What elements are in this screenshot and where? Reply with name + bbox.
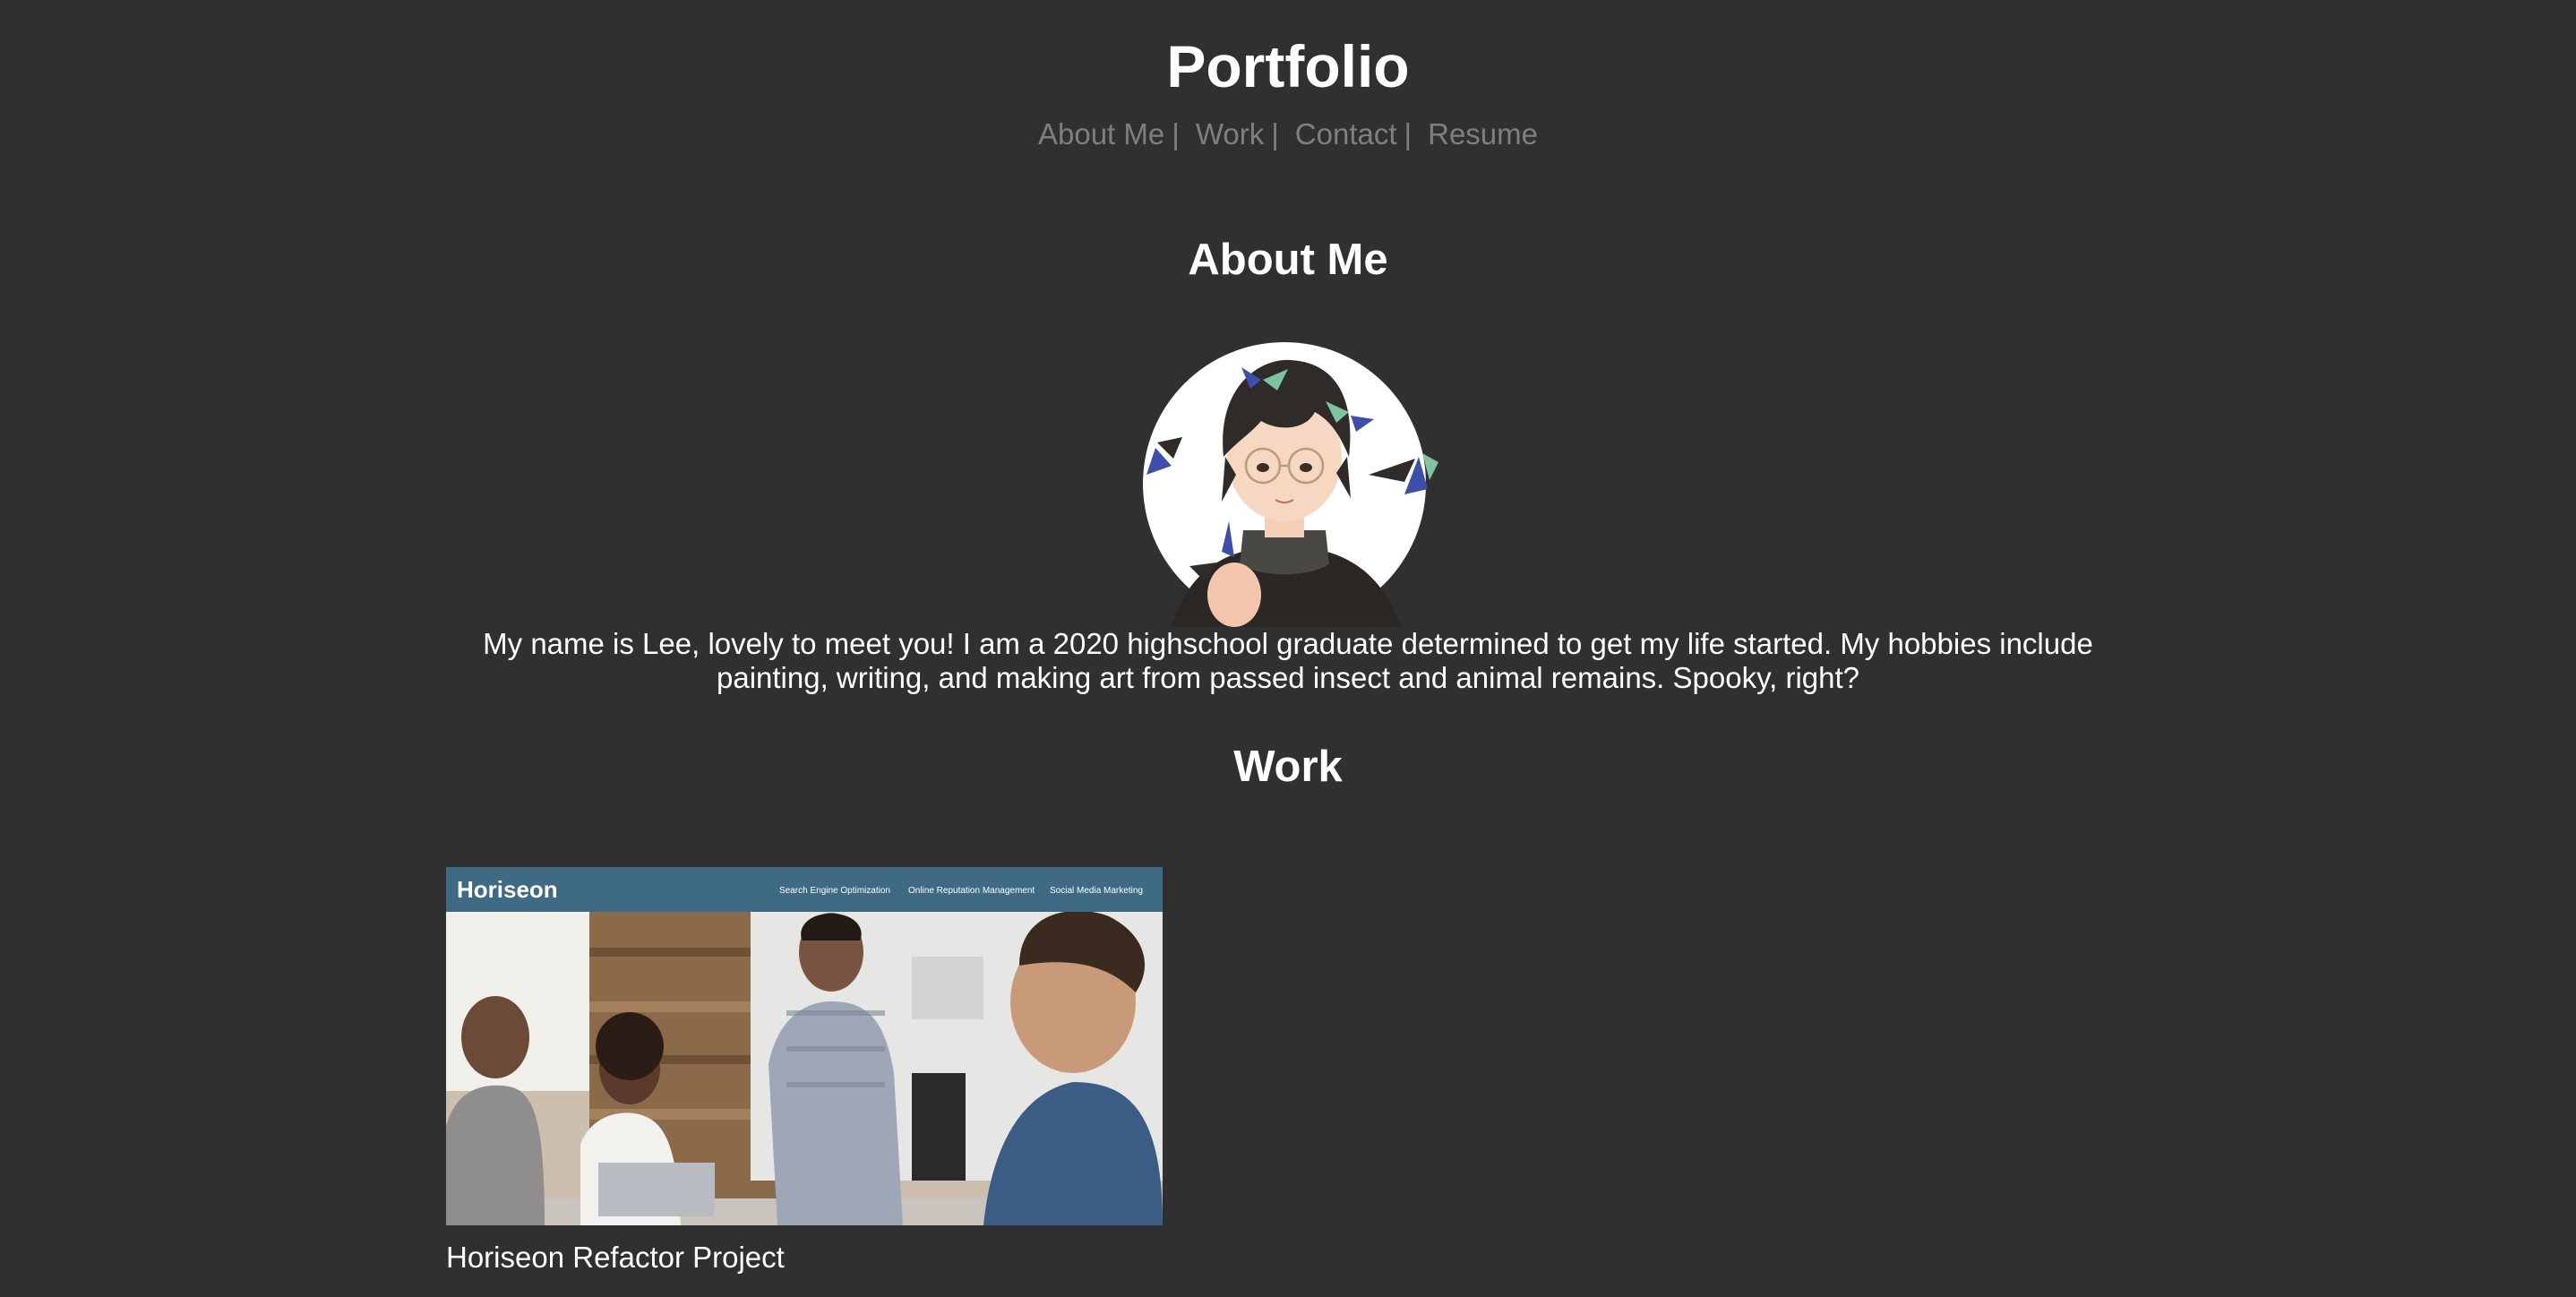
about-section: About Me My name is Lee, lovely to meet … xyxy=(0,152,2576,695)
thumbnail-nav-item: Social Media Marketing xyxy=(1050,886,1143,896)
avatar-illustration-icon xyxy=(1143,342,1438,627)
project-card[interactable]: Horiseon Search Engine Optimization Onli… xyxy=(446,867,1163,1276)
nav-separator: | xyxy=(1404,117,1413,150)
thumbnail-nav-item: Search Engine Optimization xyxy=(779,886,890,896)
main-nav: About Me | Work | Contact | Resume xyxy=(0,116,2576,152)
avatar xyxy=(1136,322,1440,627)
about-text: My name is Lee, lovely to meet you! I am… xyxy=(483,627,2093,694)
project-caption[interactable]: Horiseon Refactor Project xyxy=(446,1240,1163,1276)
nav-about-me[interactable]: About Me xyxy=(1038,117,1164,150)
about-heading: About Me xyxy=(1188,236,1388,284)
nav-work[interactable]: Work xyxy=(1196,117,1264,150)
nav-separator: | xyxy=(1271,117,1279,150)
thumbnail-nav-item: Online Reputation Management xyxy=(908,886,1035,896)
site-title: Portfolio xyxy=(1166,33,1410,99)
site-header: Portfolio About Me | Work | Contact | Resume xyxy=(0,0,2576,152)
nav-contact[interactable]: Contact xyxy=(1295,117,1397,150)
work-section: Work Horiseon Search Engine Optimization… xyxy=(0,695,2576,1274)
work-heading: Work xyxy=(1233,743,1343,791)
nav-resume[interactable]: Resume xyxy=(1428,117,1538,150)
nav-separator: | xyxy=(1172,117,1180,150)
thumbnail-brand: Horiseon xyxy=(457,876,558,903)
project-thumbnail[interactable]: Horiseon Search Engine Optimization Onli… xyxy=(446,867,1163,1225)
